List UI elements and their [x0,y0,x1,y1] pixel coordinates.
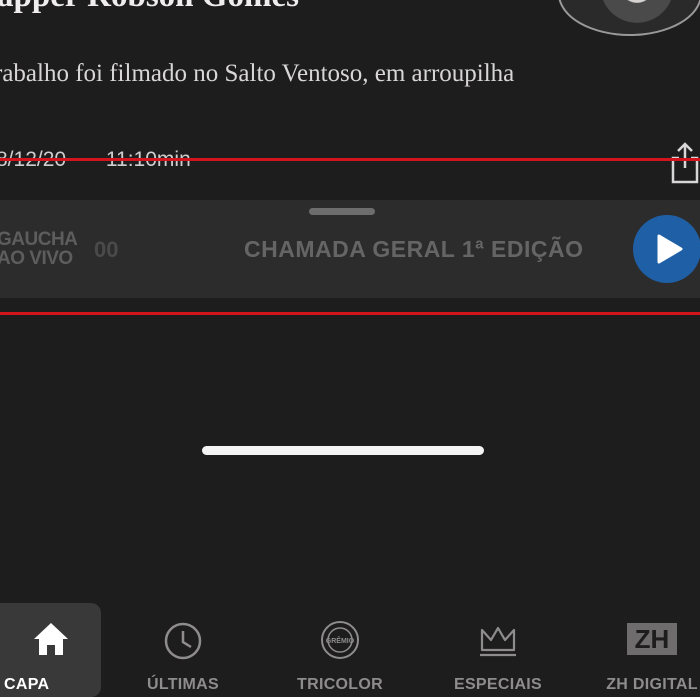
home-indicator[interactable] [202,446,484,455]
play-button[interactable] [633,215,700,283]
tab-zh-digital-label: ZH DIGITAL [606,676,698,693]
station-live-label: AO VIVO [0,248,73,269]
tab-capa[interactable]: CAPA [0,603,101,697]
red-guide-line-top [0,158,700,161]
tab-zh-digital[interactable]: ZH ZH DIGITAL [582,603,700,697]
tab-capa-label: CAPA [4,676,50,693]
crown-icon [480,626,516,657]
tab-especiais-label: ESPECIAIS [453,676,543,693]
zh-logo-icon: ZH [627,623,677,655]
station-logo: GAUCHA AO VIVO [0,229,78,269]
zh-logo-text: ZH [634,624,670,654]
home-icon [33,623,68,655]
current-program-title: CHAMADA GERAL 1ª EDIÇÃO [244,236,584,262]
author-avatar [558,0,700,36]
tab-tricolor[interactable]: GRÊMIO TRICOLOR [270,603,410,697]
article-summary[interactable]: rabalho foi filmado no Salto Ventoso, em… [0,54,594,94]
gremio-badge-text: GRÊMIO [326,636,355,645]
clock-icon [164,622,202,660]
tab-ultimas[interactable]: ÚLTIMAS [113,603,253,697]
previous-program-fragment: 00 [94,237,119,262]
tab-tricolor-label: TRICOLOR [297,676,383,693]
player-drag-handle[interactable] [309,208,375,215]
play-icon [657,234,683,264]
share-icon[interactable] [670,142,700,184]
article-headline[interactable]: apper Robson Gomes [0,0,299,15]
gremio-badge-icon: GRÊMIO [321,621,359,659]
tab-especiais[interactable]: ESPECIAIS [428,603,568,697]
tab-ultimas-label: ÚLTIMAS [146,676,219,693]
bottom-tab-bar: CAPA ÚLTIMAS GRÊMIO TRICOLOR ESPECIAIS Z… [0,300,700,697]
station-name: GAUCHA [0,229,78,250]
